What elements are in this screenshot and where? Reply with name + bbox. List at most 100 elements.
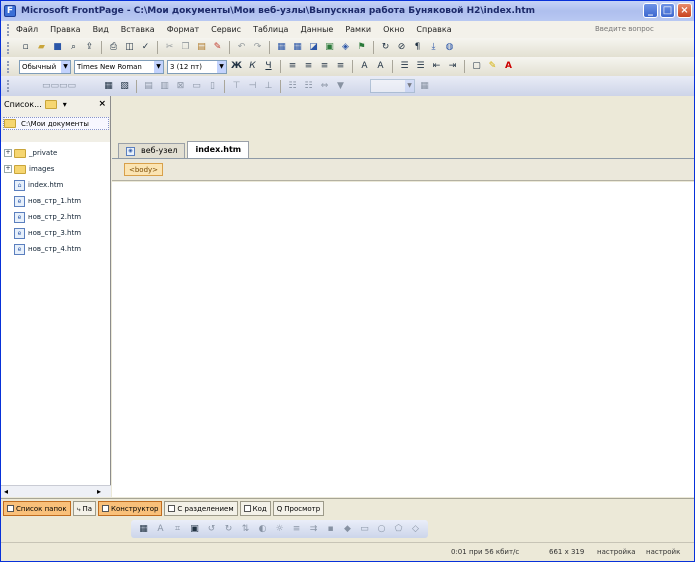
print-icon[interactable]: ⎙ [107,41,120,54]
open-folder-icon[interactable]: ▰ [35,41,48,54]
expand-icon[interactable]: + [4,149,12,157]
stop-icon[interactable]: ⊘ [395,41,408,54]
align-top-icon[interactable]: ⊤ [230,80,243,93]
redo-icon[interactable]: ↷ [251,41,264,54]
status-mode-2[interactable]: настройк [646,548,680,556]
toolbar-grip[interactable] [7,60,10,73]
web-component-icon[interactable]: ▦ [275,41,288,54]
font-size-dropdown[interactable]: 3 (12 пт) ▼ [167,59,227,74]
tab-navigation[interactable]: ⤷ Па [72,501,97,516]
drawing-icon[interactable]: ◈ [339,41,352,54]
undo-icon[interactable]: ↶ [235,41,248,54]
tab-folder-list[interactable]: Список папок [3,501,71,516]
border-icon[interactable]: ▢ [470,60,483,73]
arrow-style-icon[interactable]: ⇉ [307,523,320,536]
tree-item-index[interactable]: ⌂ index.htm [1,177,110,193]
menu-file[interactable]: Файл [16,25,38,34]
highlight-icon[interactable]: ✎ [486,60,499,73]
menu-window[interactable]: Окно [383,25,404,34]
align-right-icon[interactable]: ≡ [318,60,331,73]
merge-cells-icon[interactable]: ▭ [190,80,203,93]
tree-item-private[interactable]: + _private [1,145,110,161]
3d-icon[interactable]: ◆ [341,523,354,536]
ask-question-box[interactable]: Введите вопрос [592,23,672,36]
tree-item-images[interactable]: + images [1,161,110,177]
rotate-left-icon[interactable]: ↺ [205,523,218,536]
tab-split[interactable]: С разделением [164,501,238,516]
split-cells-icon[interactable]: ▯ [206,80,219,93]
shadow-icon[interactable]: ▪ [324,523,337,536]
menu-view[interactable]: Вид [93,25,109,34]
crop-icon[interactable]: ⌗ [171,523,184,536]
center-vertical-icon[interactable]: ⊣ [246,80,259,93]
picture-icon[interactable]: ▣ [188,523,201,536]
tab-website[interactable]: ◉ веб-узел [118,143,186,158]
menu-help[interactable]: Справка [416,25,451,34]
table-autoformat-icon[interactable]: ▦ [418,80,431,93]
draw-table-icon[interactable]: ▦ [102,80,115,93]
draw-icon[interactable]: ▦ [137,523,150,536]
status-mode-1[interactable]: настройка [597,548,636,556]
show-all-icon[interactable]: ¶ [411,41,424,54]
menu-frames[interactable]: Рамки [345,25,371,34]
font-color-icon[interactable]: A [502,60,515,73]
copy-icon[interactable]: ❐ [179,41,192,54]
toolbar-grip[interactable] [7,23,10,36]
publish-icon[interactable]: ⇪ [83,41,96,54]
preview-icon[interactable]: ◫ [123,41,136,54]
fill-down-icon[interactable]: ▼ [334,80,347,93]
flip-icon[interactable]: ⇅ [239,523,252,536]
insert-layer-icon[interactable]: ◪ [307,41,320,54]
new-page-icon[interactable]: ▫ [19,41,32,54]
menu-insert[interactable]: Вставка [121,25,155,34]
style-dropdown[interactable]: Обычный ▼ [19,59,71,74]
tree-item-page-1[interactable]: e нов_стр_1.htm [1,193,110,209]
download-icon[interactable]: ⤓ [427,41,440,54]
insert-picture-icon[interactable]: ▣ [323,41,336,54]
tree-item-page-2[interactable]: e нов_стр_2.htm [1,209,110,225]
increase-font-icon[interactable]: A [358,60,371,73]
increase-indent-icon[interactable]: ⇥ [446,60,459,73]
cut-icon[interactable]: ✂ [163,41,176,54]
justify-icon[interactable]: ≡ [334,60,347,73]
insert-table-icon[interactable]: ▦ [291,41,304,54]
autofit-icon[interactable]: ⇔ [318,80,331,93]
insert-rows-icon[interactable]: ▤ [142,80,155,93]
align-left-icon[interactable]: ≡ [286,60,299,73]
cell-color-dropdown[interactable]: ▼ [370,79,415,93]
distribute-columns-icon[interactable]: ☷ [302,80,315,93]
menu-data[interactable]: Данные [300,25,333,34]
scroll-left-icon[interactable]: ◂ [4,487,8,496]
underline-icon[interactable]: Ч [262,60,275,73]
tree-item-page-3[interactable]: e нов_стр_3.htm [1,225,110,241]
eraser-icon[interactable]: ▧ [118,80,131,93]
paste-icon[interactable]: ▤ [195,41,208,54]
decrease-indent-icon[interactable]: ⇤ [430,60,443,73]
toolbar-grip[interactable] [7,41,10,54]
expand-icon[interactable]: + [4,165,12,173]
search-icon[interactable]: ⌕ [67,41,80,54]
toolbar-grip[interactable] [7,80,10,92]
brightness-icon[interactable]: ☼ [273,523,286,536]
menu-format[interactable]: Формат [167,25,199,34]
line-style-icon[interactable]: ≡ [290,523,303,536]
close-icon[interactable]: × [98,99,106,109]
hotspot-icon[interactable]: ▭ [358,523,371,536]
maximize-button[interactable]: □ [660,3,675,18]
help-icon[interactable]: ◍ [443,41,456,54]
distribute-rows-icon[interactable]: ☷ [286,80,299,93]
folder-pane-scrollbar[interactable]: ◂ ▸ [1,485,111,497]
hyperlink-icon[interactable]: ⚑ [355,41,368,54]
menu-tools[interactable]: Сервис [211,25,241,34]
insert-columns-icon[interactable]: ▥ [158,80,171,93]
align-bottom-icon[interactable]: ⊥ [262,80,275,93]
menu-table[interactable]: Таблица [253,25,288,34]
tab-design[interactable]: Конструктор [98,501,163,516]
align-center-icon[interactable]: ≡ [302,60,315,73]
scroll-right-icon[interactable]: ▸ [97,487,101,496]
contrast-icon[interactable]: ◐ [256,523,269,536]
close-button[interactable]: × [677,3,692,18]
spelling-icon[interactable]: ✓ [139,41,152,54]
decrease-font-icon[interactable]: A [374,60,387,73]
delete-cells-icon[interactable]: ⊠ [174,80,187,93]
